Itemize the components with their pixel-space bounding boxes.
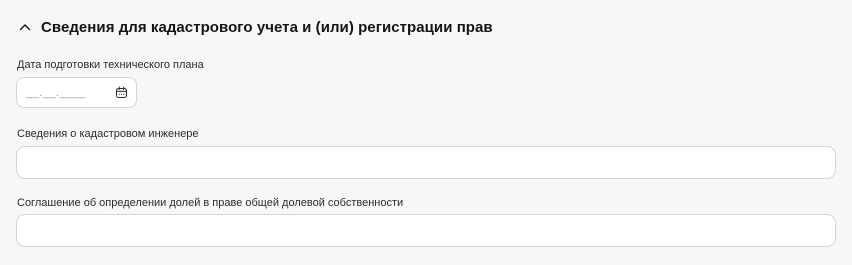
date-mask: __.__.____ xyxy=(26,86,87,99)
agreement-input[interactable] xyxy=(16,214,836,247)
agreement-label: Соглашение об определении долей в праве … xyxy=(17,197,404,209)
chevron-up-icon[interactable] xyxy=(18,20,32,34)
engineer-label: Сведения о кадастровом инженере xyxy=(17,128,199,140)
prep-date-label: Дата подготовки технического плана xyxy=(17,59,204,71)
section-title: Сведения для кадастрового учета и (или) … xyxy=(41,18,493,36)
prep-date-field[interactable]: __.__.____ xyxy=(16,77,137,108)
engineer-input[interactable] xyxy=(16,146,836,179)
calendar-icon[interactable] xyxy=(114,86,128,100)
section-header[interactable]: Сведения для кадастрового учета и (или) … xyxy=(18,16,493,38)
